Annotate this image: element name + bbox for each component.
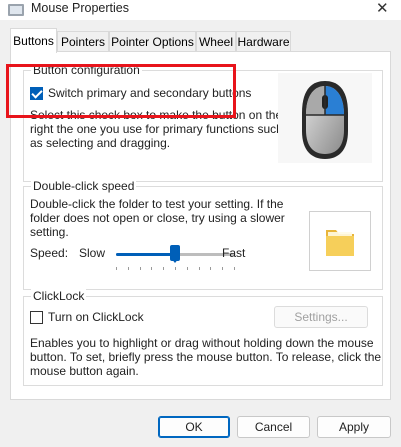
folder-icon[interactable] <box>310 212 370 270</box>
speed-label: Speed: <box>30 246 69 260</box>
speed-slider-thumb[interactable] <box>170 245 180 263</box>
clicklock-desc-line-3: mouse button again. <box>30 364 139 378</box>
fast-label: Fast <box>222 246 246 260</box>
mouse-icon <box>302 81 348 159</box>
slow-label: Slow <box>79 246 106 260</box>
clicklock-desc-line-2: button. To set, briefly press the mouse … <box>30 350 382 364</box>
speed-slider-fill <box>116 253 175 256</box>
speed-slider-tick <box>175 267 176 270</box>
tab-pointer-options[interactable]: Pointer Options <box>109 31 196 52</box>
window-title: Mouse Properties <box>31 1 129 15</box>
speed-slider-tick <box>222 267 224 270</box>
clicklock-settings-button[interactable]: Settings... <box>274 306 368 328</box>
tab-hardware[interactable]: Hardware <box>236 31 291 52</box>
clicklock-legend: ClickLock <box>31 289 87 303</box>
ok-button[interactable]: OK <box>158 416 230 438</box>
speed-slider-tick <box>186 267 188 270</box>
test-folder-box[interactable] <box>309 211 371 271</box>
tab-wheel[interactable]: Wheel <box>196 31 236 52</box>
double-click-desc-line-2: folder does not open or close, try using… <box>30 211 285 225</box>
title-bar: Mouse Properties ✕ <box>0 0 401 20</box>
double-click-speed-group: Double-click speed Double-click the fold… <box>23 179 383 290</box>
speed-slider-tick <box>139 267 141 270</box>
tab-buttons[interactable]: Buttons <box>10 28 57 53</box>
speed-slider-tick <box>234 267 235 270</box>
clicklock-group: ClickLock Turn on ClickLock Settings... … <box>23 289 383 386</box>
clicklock-label[interactable]: Turn on ClickLock <box>48 310 144 325</box>
mouse-preview <box>278 73 372 163</box>
clicklock-checkbox[interactable] <box>30 311 43 324</box>
speed-slider-tick <box>127 267 129 270</box>
speed-slider-tick <box>116 267 117 270</box>
close-icon[interactable]: ✕ <box>376 0 389 17</box>
speed-slider-tick <box>163 267 165 270</box>
mouse-app-icon <box>8 4 24 16</box>
speed-slider-tick <box>198 267 200 270</box>
cancel-button[interactable]: Cancel <box>237 416 310 438</box>
speed-slider-tick <box>210 267 212 270</box>
double-click-desc-line-3: setting. <box>30 225 69 239</box>
annotation-highlight <box>6 64 236 118</box>
button-config-desc-line-3: as selecting and dragging. <box>30 136 171 150</box>
double-click-desc-line-1: Double-click the folder to test your set… <box>30 197 284 211</box>
apply-button[interactable]: Apply <box>317 416 391 438</box>
tab-pointers[interactable]: Pointers <box>57 31 109 52</box>
button-config-desc-line-2: right the one you use for primary functi… <box>30 122 283 136</box>
clicklock-desc-line-1: Enables you to highlight or drag without… <box>30 336 374 350</box>
speed-slider-tick <box>151 267 153 270</box>
double-click-speed-legend: Double-click speed <box>31 179 137 193</box>
